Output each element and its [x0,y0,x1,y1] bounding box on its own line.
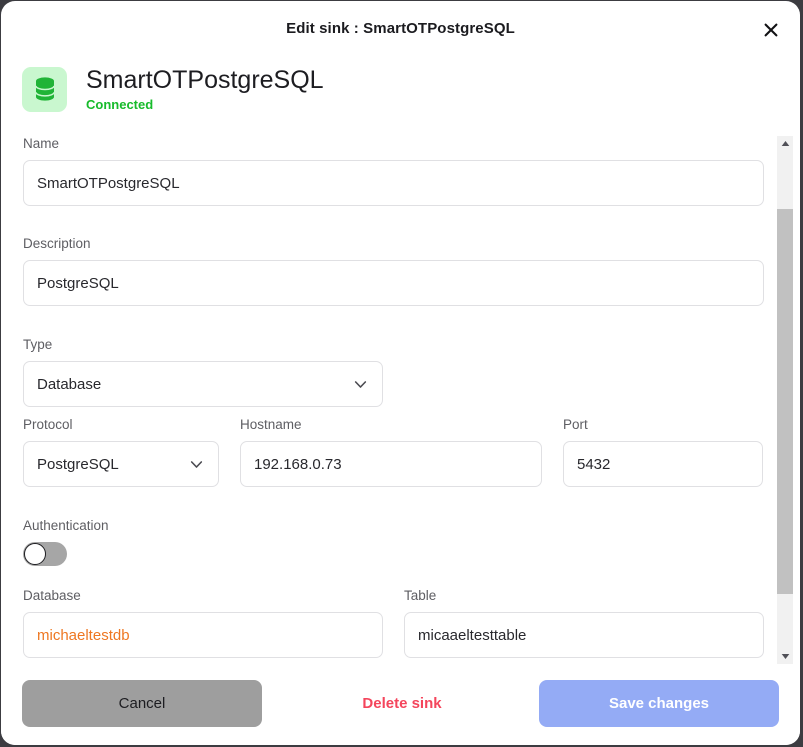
name-label: Name [23,136,60,151]
authentication-label: Authentication [23,518,109,533]
port-label: Port [563,417,588,432]
scrollbar-thumb[interactable] [777,209,793,594]
form-scrollbar[interactable] [777,136,793,664]
chevron-down-icon [188,456,205,473]
edit-sink-dialog: Edit sink : SmartOTPostgreSQL SmartOTPos… [1,1,800,745]
sink-identity-meta: SmartOTPostgreSQL Connected [86,66,324,113]
cancel-button[interactable]: Cancel [22,680,262,727]
close-icon[interactable] [758,17,784,43]
type-label: Type [23,337,53,352]
hostname-label: Hostname [240,417,302,432]
form-scroll-area: Name SmartOTPostgreSQL Description Postg… [1,131,800,668]
port-input[interactable]: 5432 [563,441,763,487]
chevron-down-icon [352,376,369,393]
field-type: Type Database [23,337,383,407]
hostname-input[interactable]: 192.168.0.73 [240,441,542,487]
scroll-down-arrow-icon[interactable] [777,649,793,664]
description-label: Description [23,236,91,251]
database-table-row: Database michaeltestdb Table micaaeltest… [23,588,764,658]
connection-row: Protocol PostgreSQL Hostname 192.168.0.7… [23,417,764,487]
scroll-up-arrow-icon[interactable] [777,136,793,151]
protocol-label: Protocol [23,417,73,432]
dialog-footer: Cancel Delete sink Save changes [1,668,800,745]
toggle-knob [24,543,46,565]
field-protocol: Protocol PostgreSQL [23,417,219,487]
sink-identity-header: SmartOTPostgreSQL Connected [1,55,800,117]
dialog-title: Edit sink : SmartOTPostgreSQL [286,19,515,37]
save-changes-button[interactable]: Save changes [539,680,779,727]
description-input[interactable]: PostgreSQL [23,260,764,306]
status-badge: Connected [86,96,154,112]
field-authentication: Authentication [23,518,764,566]
field-port: Port 5432 [563,417,763,487]
delete-sink-button[interactable]: Delete sink [323,680,481,727]
field-table: Table micaaeltesttable [404,588,764,658]
field-description: Description PostgreSQL [23,236,764,306]
form-content: Name SmartOTPostgreSQL Description Postg… [1,131,776,668]
scrollbar-track[interactable] [777,151,793,649]
table-label: Table [404,588,437,603]
protocol-selected-value: PostgreSQL [37,455,119,473]
authentication-toggle[interactable] [23,542,67,566]
dialog-titlebar: Edit sink : SmartOTPostgreSQL [1,1,800,55]
database-input[interactable]: michaeltestdb [23,612,383,658]
database-label: Database [23,588,81,603]
sink-name-heading: SmartOTPostgreSQL [86,65,324,94]
database-icon [22,66,67,112]
field-database: Database michaeltestdb [23,588,383,658]
type-select[interactable]: Database [23,361,383,407]
table-input[interactable]: micaaeltesttable [404,612,764,658]
field-name: Name SmartOTPostgreSQL [23,136,764,206]
type-selected-value: Database [37,375,102,393]
name-input[interactable]: SmartOTPostgreSQL [23,160,764,206]
field-hostname: Hostname 192.168.0.73 [240,417,542,487]
protocol-select[interactable]: PostgreSQL [23,441,219,487]
